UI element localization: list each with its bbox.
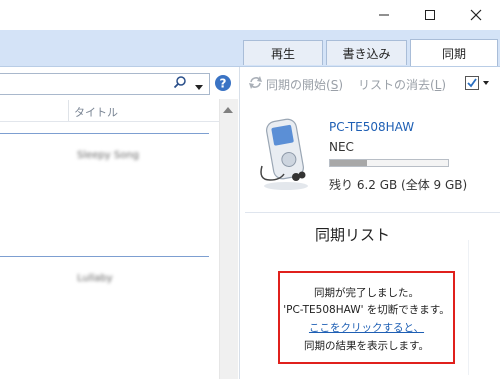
vertical-scrollbar[interactable] xyxy=(219,99,238,379)
track-title[interactable]: Sleepy Song xyxy=(77,150,139,161)
results-message: 同期の結果を表示します。 xyxy=(304,340,429,352)
svg-text:?: ? xyxy=(220,77,227,91)
tab-burn[interactable]: 書き込み xyxy=(326,40,407,65)
sync-options-button[interactable] xyxy=(465,75,495,94)
storage-text: 残り 6.2 GB (全体 9 GB) xyxy=(329,178,468,192)
track-title[interactable]: Lullaby xyxy=(77,273,113,284)
disconnect-message: 'PC-TE508HAW' を切断できます。 xyxy=(283,304,450,316)
start-sync-label: 同期の開始( xyxy=(266,78,331,92)
sync-list-title: 同期リスト xyxy=(314,226,390,244)
start-sync-button[interactable]: 同期の開始(S) xyxy=(266,76,343,93)
tab-burn-label: 書き込み xyxy=(342,46,391,61)
tab-sync[interactable]: 同期 xyxy=(410,39,498,66)
sync-complete-message: 同期が完了しました。 xyxy=(314,287,419,299)
maximize-icon xyxy=(425,10,435,20)
clear-list-label-end: ) xyxy=(441,78,447,92)
view-results-link[interactable]: ここをクリックすると、 xyxy=(309,322,424,334)
pane-divider xyxy=(245,212,500,213)
scroll-up-icon[interactable] xyxy=(223,103,233,117)
close-button[interactable] xyxy=(453,0,499,30)
maximize-button[interactable] xyxy=(407,0,453,30)
close-icon xyxy=(470,9,482,21)
storage-bar-fill xyxy=(330,160,367,166)
device-icon xyxy=(256,114,312,195)
column-divider xyxy=(68,100,69,121)
start-sync-label-end: ) xyxy=(338,78,343,92)
minimize-icon xyxy=(379,14,389,16)
clear-list-button[interactable]: リストの消去(L) xyxy=(358,76,446,93)
list-edge xyxy=(468,240,469,375)
group-separator xyxy=(0,256,209,257)
group-separator xyxy=(0,133,209,134)
minimize-button[interactable] xyxy=(361,0,407,30)
column-header-title[interactable]: タイトル xyxy=(74,104,118,120)
sync-icon xyxy=(248,75,263,93)
device-maker: NEC xyxy=(329,140,354,154)
clear-list-label: リストの消去( xyxy=(358,78,435,92)
storage-bar xyxy=(329,159,449,167)
tab-play[interactable]: 再生 xyxy=(243,40,323,65)
help-icon[interactable]: ? xyxy=(214,74,232,95)
search-dropdown-icon[interactable] xyxy=(195,80,203,94)
device-name[interactable]: PC-TE508HAW xyxy=(329,120,414,134)
tab-sync-label: 同期 xyxy=(441,46,466,61)
checkbox-options-icon xyxy=(465,76,489,90)
tab-play-label: 再生 xyxy=(270,46,295,61)
search-icon[interactable] xyxy=(173,75,187,92)
